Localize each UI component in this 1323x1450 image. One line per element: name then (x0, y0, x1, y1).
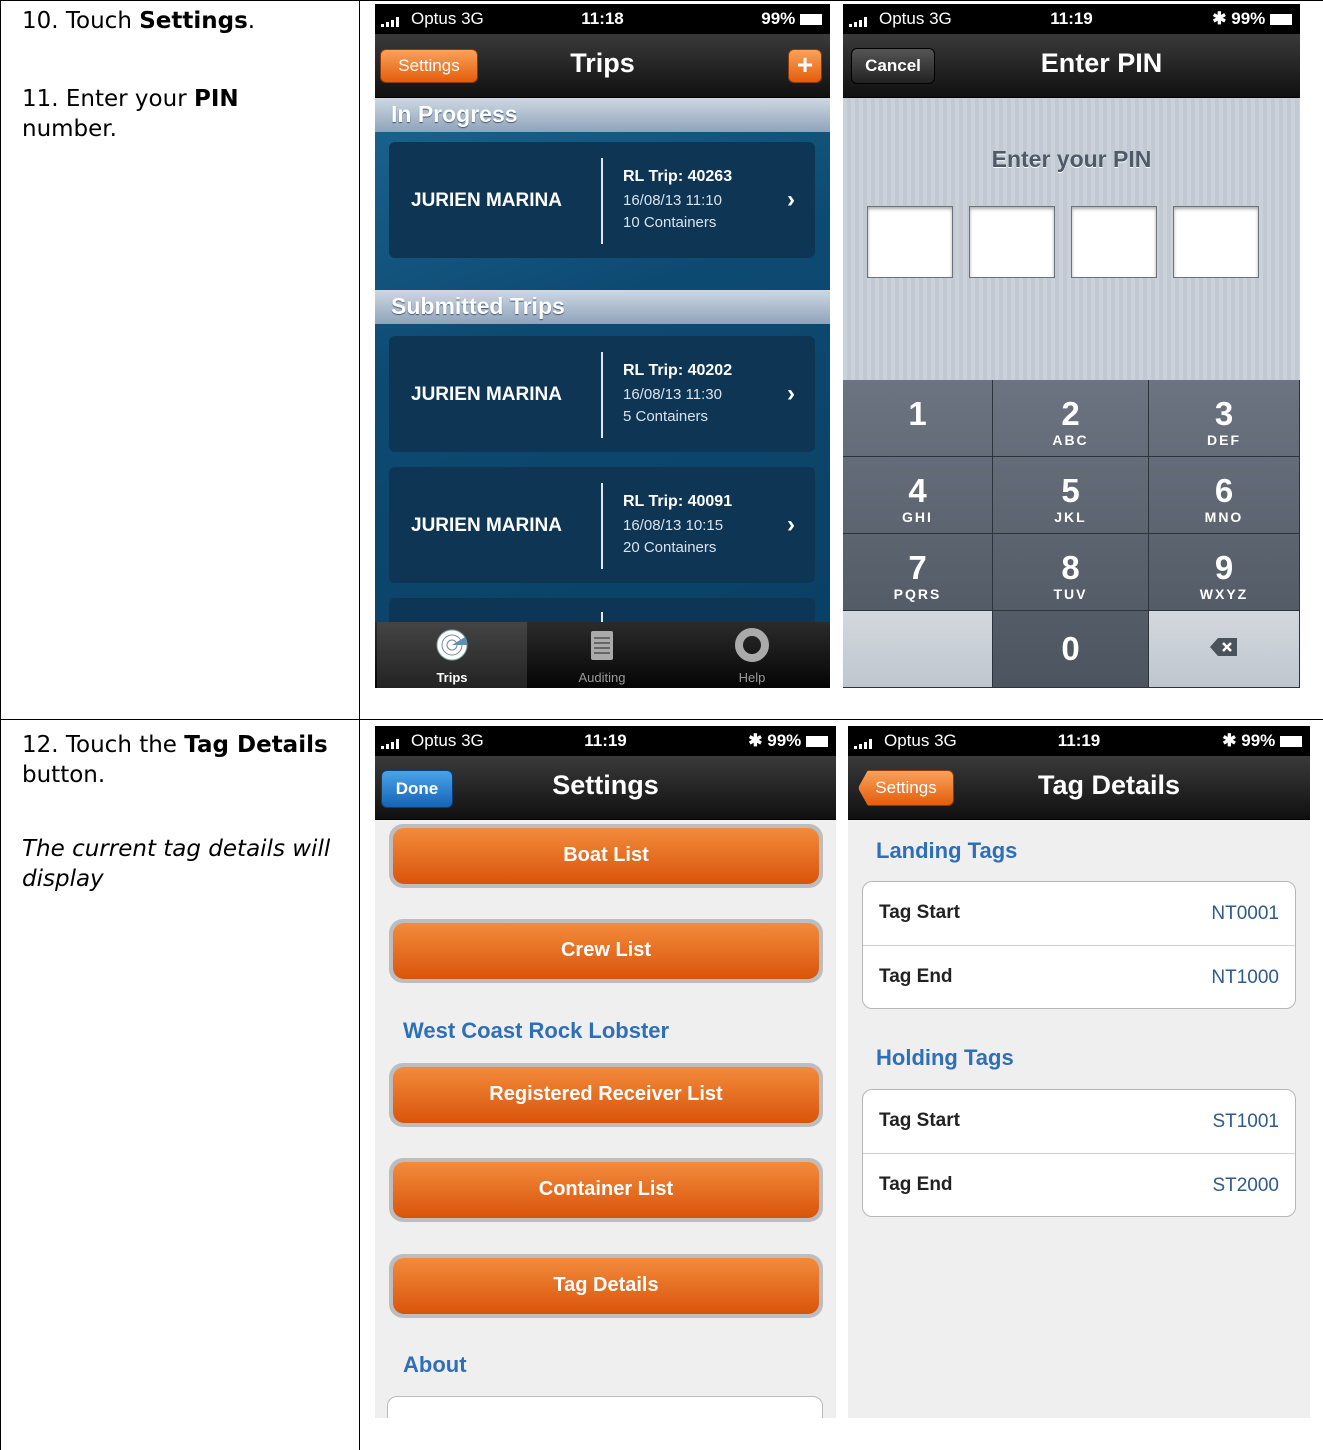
table-divider-column (359, 0, 360, 1450)
pin-digit-field[interactable] (969, 206, 1055, 278)
section-header-landing-tags: Landing Tags (876, 838, 1018, 863)
trip-card[interactable]: JURIEN MARINA RL Trip: 40202 16/08/13 11… (389, 336, 815, 452)
tab-auditing[interactable]: Auditing (527, 622, 677, 688)
key-9[interactable]: 9 WXYZ (1149, 534, 1300, 611)
settings-screen: Optus 3G 11:19 ✱ 99% Done Settings Boat … (375, 726, 836, 1418)
list-item: Tag End ST2000 (863, 1153, 1295, 1216)
container-list-button[interactable]: Container List (389, 1158, 823, 1222)
table-row-divider (0, 719, 1323, 720)
battery-indicator: ✱ 99% (1222, 731, 1302, 751)
status-bar: Optus 3G 11:19 ✱ 99% (843, 4, 1300, 34)
status-bar: Optus 3G 11:19 ✱ 99% (848, 726, 1310, 756)
nav-bar: Done Settings (375, 756, 836, 820)
numeric-keypad: 1 2 ABC 3 DEF 4 GHI 5 JKL 6 MNO 7 PQRS 8 TUV 9W… (843, 380, 1300, 688)
pin-prompt: Enter your PIN (991, 146, 1152, 172)
page-title: Tag Details (1037, 770, 1181, 800)
step-12-note: The current tag details will display (22, 836, 331, 892)
key-6[interactable]: 6 MNO (1149, 457, 1300, 534)
nav-bar: Cancel Enter PIN (843, 34, 1300, 98)
pin-digit-field[interactable] (867, 206, 953, 278)
about-group-partial[interactable] (387, 1396, 823, 1418)
battery-icon (1280, 736, 1302, 748)
holding-tags-group: Tag Start ST1001 Tag End ST2000 (862, 1089, 1296, 1217)
page-title: Trips (570, 48, 635, 78)
trip-card[interactable]: JURIEN MARINA RL Trip: 40263 16/08/13 11… (389, 142, 815, 258)
crew-list-button[interactable]: Crew List (389, 919, 823, 983)
trip-card[interactable]: JURIEN MARINA RL Trip: 40091 16/08/13 10… (389, 467, 815, 583)
battery-indicator: 99% (761, 9, 822, 29)
key-1[interactable]: 1 (843, 380, 993, 457)
step-10-text: 10. Touch Settings. (22, 8, 256, 34)
list-item: Tag Start ST1001 (879, 1110, 1279, 1132)
key-4[interactable]: 4 GHI (843, 457, 993, 534)
tab-bar: Trips Auditing Help (375, 622, 830, 688)
radar-icon (436, 629, 468, 661)
key-7[interactable]: 7 PQRS (843, 534, 993, 611)
bluetooth-icon: ✱ (1212, 9, 1227, 28)
key-5[interactable]: 5 JKL (993, 457, 1149, 534)
page-title: Settings (552, 770, 659, 800)
list-item: Tag Start NT0001 (879, 902, 1279, 924)
nav-bar: Settings Tag Details (848, 756, 1310, 820)
registered-receiver-list-button[interactable]: Registered Receiver List (389, 1063, 823, 1127)
battery-indicator: ✱ 99% (748, 731, 828, 751)
section-header-in-progress: In Progress (375, 98, 830, 132)
section-header-holding-tags: Holding Tags (876, 1045, 1014, 1070)
battery-icon (800, 14, 822, 26)
lifebuoy-icon (735, 628, 769, 662)
chevron-right-icon: › (787, 380, 795, 407)
table-border-top (0, 0, 1323, 1)
section-header-wcrl: West Coast Rock Lobster (403, 1018, 670, 1043)
key-8[interactable]: 8 TUV (993, 534, 1149, 611)
step-12-text: 12. Touch the Tag Details button. (22, 732, 328, 788)
key-0[interactable]: 0 (993, 611, 1149, 688)
backspace-key[interactable] (1149, 611, 1300, 688)
pin-digit-field[interactable] (1173, 206, 1259, 278)
key-2[interactable]: 2 ABC (993, 380, 1149, 457)
section-header-about: About (403, 1352, 467, 1377)
key-3[interactable]: 3 DEF (1149, 380, 1300, 457)
trips-screen: Optus 3G 11:18 99% Settings Trips + In P… (375, 4, 830, 688)
table-border-left (0, 0, 1, 1450)
tab-trips[interactable]: Trips (377, 622, 527, 688)
list-item: Tag End NT1000 (863, 945, 1295, 1008)
key-blank (843, 611, 993, 688)
status-bar: Optus 3G 11:18 99% (375, 4, 830, 34)
nav-bar: Settings Trips + (375, 34, 830, 98)
battery-icon (806, 736, 828, 748)
backspace-icon (1210, 638, 1237, 656)
tab-help[interactable]: Help (677, 622, 827, 688)
status-bar: Optus 3G 11:19 ✱ 99% (375, 726, 836, 756)
pin-screen: Optus 3G 11:19 ✱ 99% Cancel Enter PIN En… (843, 4, 1300, 688)
step-11-text: 11. Enter your PIN number. (22, 86, 239, 142)
boat-list-button[interactable]: Boat List (389, 824, 823, 888)
bluetooth-icon: ✱ (748, 731, 763, 750)
battery-indicator: ✱ 99% (1212, 9, 1292, 29)
notepad-icon (591, 631, 613, 660)
section-header-submitted: Submitted Trips (375, 290, 830, 324)
battery-icon (1270, 14, 1292, 26)
add-trip-button[interactable]: + (788, 49, 822, 83)
bluetooth-icon: ✱ (1222, 731, 1237, 750)
tag-details-button[interactable]: Tag Details (389, 1254, 823, 1318)
chevron-right-icon: › (787, 186, 795, 213)
landing-tags-group: Tag Start NT0001 Tag End NT1000 (862, 881, 1296, 1009)
pin-digit-field[interactable] (1071, 206, 1157, 278)
page-title: Enter PIN (1040, 48, 1163, 78)
chevron-right-icon: › (787, 511, 795, 538)
tag-details-screen: Optus 3G 11:19 ✱ 99% Settings Tag Detail… (848, 726, 1310, 1418)
